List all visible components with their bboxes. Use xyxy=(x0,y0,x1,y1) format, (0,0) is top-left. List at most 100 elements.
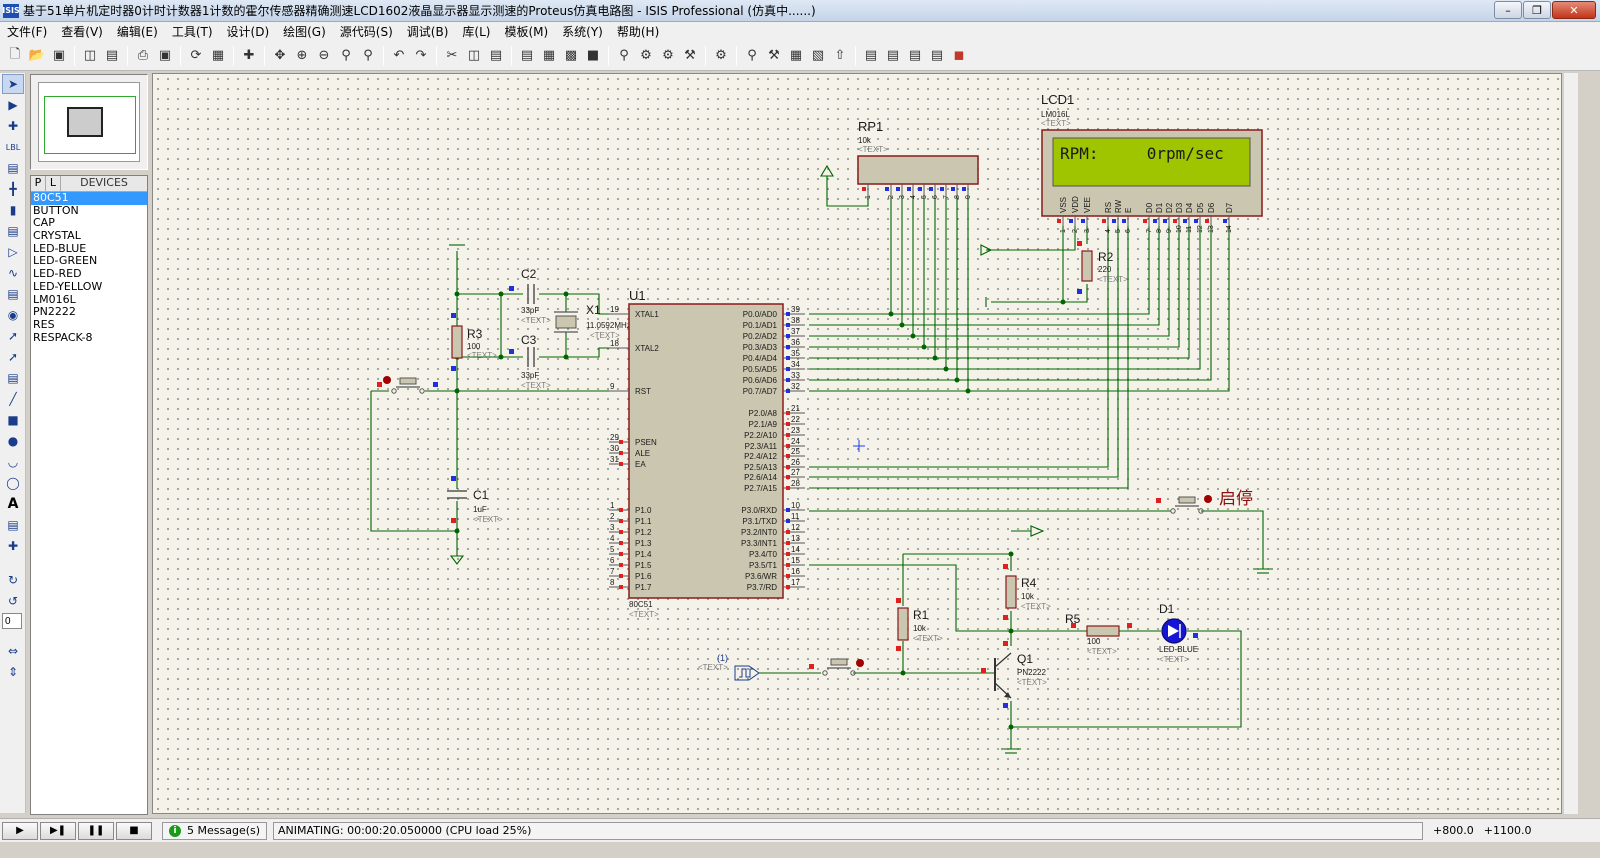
pulse-generator[interactable]: (1) <TEXT> xyxy=(698,653,760,681)
resistor-r4[interactable]: R4 10k <TEXT> xyxy=(1005,575,1051,611)
pan-icon[interactable]: ✥ xyxy=(270,46,290,66)
current-probe-icon[interactable]: ➚ xyxy=(2,347,24,367)
resistor-pack-rp1[interactable]: RP1 10k <TEXT> 1 23456789 xyxy=(857,119,979,199)
zoom-all-icon[interactable]: ⚲ xyxy=(336,46,356,66)
pick-device-icon[interactable]: ⚲ xyxy=(614,46,634,66)
rotate-clockwise-icon[interactable]: ↻ xyxy=(2,570,24,590)
junction-dot-icon[interactable]: ✚ xyxy=(2,116,24,136)
menu-design[interactable]: 设计(D) xyxy=(220,23,277,40)
open-folder-icon[interactable]: 📂 xyxy=(27,46,47,66)
marker-icon[interactable]: ✚ xyxy=(2,536,24,556)
make-device-icon[interactable]: ⚙ xyxy=(636,46,656,66)
menu-view[interactable]: 查看(V) xyxy=(54,23,110,40)
pick-devices-button[interactable]: P xyxy=(31,176,46,191)
device-item[interactable]: CRYSTAL xyxy=(31,229,147,243)
device-item[interactable]: 80C51 xyxy=(31,191,147,205)
reset-button[interactable] xyxy=(383,376,425,394)
resistor-r1[interactable]: R1 10k <TEXT> xyxy=(897,607,943,643)
undo-icon[interactable]: ↶ xyxy=(389,46,409,66)
rotation-input[interactable] xyxy=(2,613,22,629)
package-icon[interactable]: ⚙ xyxy=(658,46,678,66)
device-item[interactable]: PN2222 xyxy=(31,305,147,319)
print-area-icon[interactable]: ▣ xyxy=(155,46,175,66)
new-sheet-icon[interactable]: ▦ xyxy=(786,46,806,66)
pause-button[interactable]: ❚❚ xyxy=(78,821,114,840)
close-button[interactable]: ✕ xyxy=(1552,1,1596,19)
messages-indicator[interactable]: i 5 Message(s) xyxy=(162,821,268,840)
device-item[interactable]: LED-YELLOW xyxy=(31,280,147,294)
library-manager-button[interactable]: L xyxy=(46,176,61,191)
cut-icon[interactable]: ✂ xyxy=(442,46,462,66)
circle-icon[interactable]: ● xyxy=(2,431,24,451)
lcd-lm016l[interactable]: RPM: 0rpm/sec LCD1 LM016L <TEXT> VSS VDD V… xyxy=(1041,92,1263,233)
symbol-icon[interactable]: ▤ xyxy=(2,515,24,535)
stop-button[interactable]: ■ xyxy=(116,821,152,840)
redraw-icon[interactable]: ⟳ xyxy=(186,46,206,66)
new-file-icon[interactable]: 🗋 xyxy=(5,46,25,66)
save-icon[interactable]: ▣ xyxy=(49,46,69,66)
overview-window[interactable] xyxy=(30,74,148,170)
arc-icon[interactable]: ◡ xyxy=(2,452,24,472)
electrical-check-icon[interactable]: ▤ xyxy=(905,46,925,66)
redo-icon[interactable]: ↷ xyxy=(411,46,431,66)
text-script-icon[interactable]: ▤ xyxy=(2,158,24,178)
block-rotate-icon[interactable]: ▩ xyxy=(561,46,581,66)
voltage-probe-icon[interactable]: ➚ xyxy=(2,326,24,346)
wire-label-icon[interactable]: LBL xyxy=(2,137,24,157)
capacitor-c2[interactable]: C2 33pF <TEXT> xyxy=(521,267,551,325)
block-copy-icon[interactable]: ▤ xyxy=(517,46,537,66)
component-mode-icon[interactable]: ▶ xyxy=(2,95,24,115)
step-button[interactable]: ▶❚ xyxy=(40,821,76,840)
box-icon[interactable]: ■ xyxy=(2,410,24,430)
remove-sheet-icon[interactable]: ▧ xyxy=(808,46,828,66)
menu-tools[interactable]: 工具(T) xyxy=(165,23,220,40)
resistor-r2[interactable]: R2 220 <TEXT> xyxy=(1081,250,1128,284)
minimize-button[interactable]: – xyxy=(1494,1,1522,19)
zoom-in-icon[interactable]: ⊕ xyxy=(292,46,312,66)
virtual-instruments-icon[interactable]: ▤ xyxy=(2,368,24,388)
paste-icon[interactable]: ▤ xyxy=(486,46,506,66)
bus-icon[interactable]: ╋ xyxy=(2,179,24,199)
vertical-scrollbar[interactable] xyxy=(1564,73,1578,814)
print-icon[interactable]: ⎙ xyxy=(133,46,153,66)
export-icon[interactable]: ▤ xyxy=(102,46,122,66)
resistor-r3[interactable]: R3 100 <TEXT> xyxy=(451,325,497,360)
menu-help[interactable]: 帮助(H) xyxy=(610,23,666,40)
mirror-x-icon[interactable]: ⇔ xyxy=(2,641,24,661)
mcu-80c51[interactable]: U1 80C51 <TEXT> 19XTAL118XTAL29RST29PSEN… xyxy=(609,288,805,619)
property-tool-icon[interactable]: ⚒ xyxy=(764,46,784,66)
led-d1[interactable]: D1 LED-BLUE <TEXT> xyxy=(1159,602,1198,664)
menu-debug[interactable]: 调试(B) xyxy=(400,23,456,40)
transistor-q1[interactable]: Q1 PN2222 <TEXT> xyxy=(994,652,1047,699)
device-item[interactable]: RESPACK-8 xyxy=(31,331,147,345)
line-icon[interactable]: ╱ xyxy=(2,389,24,409)
grid-icon[interactable]: ▦ xyxy=(208,46,228,66)
exit-to-parent-icon[interactable]: ⇧ xyxy=(830,46,850,66)
menu-template[interactable]: 模板(M) xyxy=(497,23,555,40)
restore-button[interactable]: ❐ xyxy=(1523,1,1551,19)
menu-edit[interactable]: 编辑(E) xyxy=(110,23,165,40)
zoom-out-icon[interactable]: ⊖ xyxy=(314,46,334,66)
schematic-canvas[interactable]: RPM: 0rpm/sec LCD1 LM016L <TEXT> VSS VDD V… xyxy=(152,73,1562,814)
device-item[interactable]: RES xyxy=(31,318,147,332)
menu-graph[interactable]: 绘图(G) xyxy=(276,23,333,40)
zoom-area-icon[interactable]: ⚲ xyxy=(358,46,378,66)
generator-icon[interactable]: ◉ xyxy=(2,305,24,325)
ares-icon[interactable]: ◼ xyxy=(949,46,969,66)
capacitor-c3[interactable]: C3 33pF <TEXT> xyxy=(521,333,551,390)
decompose-icon[interactable]: ⚒ xyxy=(680,46,700,66)
bill-of-materials-icon[interactable]: ▤ xyxy=(861,46,881,66)
menu-file[interactable]: 文件(F) xyxy=(0,23,54,40)
menu-library[interactable]: 库(L) xyxy=(455,23,497,40)
netlist-ares-icon[interactable]: ▤ xyxy=(927,46,947,66)
terminals-icon[interactable]: ▤ xyxy=(2,221,24,241)
netlist-icon[interactable]: ▤ xyxy=(883,46,903,66)
subcircuit-icon[interactable]: ▮ xyxy=(2,200,24,220)
device-pins-icon[interactable]: ▷ xyxy=(2,242,24,262)
text-icon[interactable]: A xyxy=(2,494,24,514)
mirror-y-icon[interactable]: ⇕ xyxy=(2,662,24,682)
selection-mode-icon[interactable]: ➤ xyxy=(2,74,24,94)
copy-icon[interactable]: ◫ xyxy=(464,46,484,66)
graph-icon[interactable]: ∿ xyxy=(2,263,24,283)
start-stop-button[interactable]: 启停 xyxy=(1170,489,1253,514)
